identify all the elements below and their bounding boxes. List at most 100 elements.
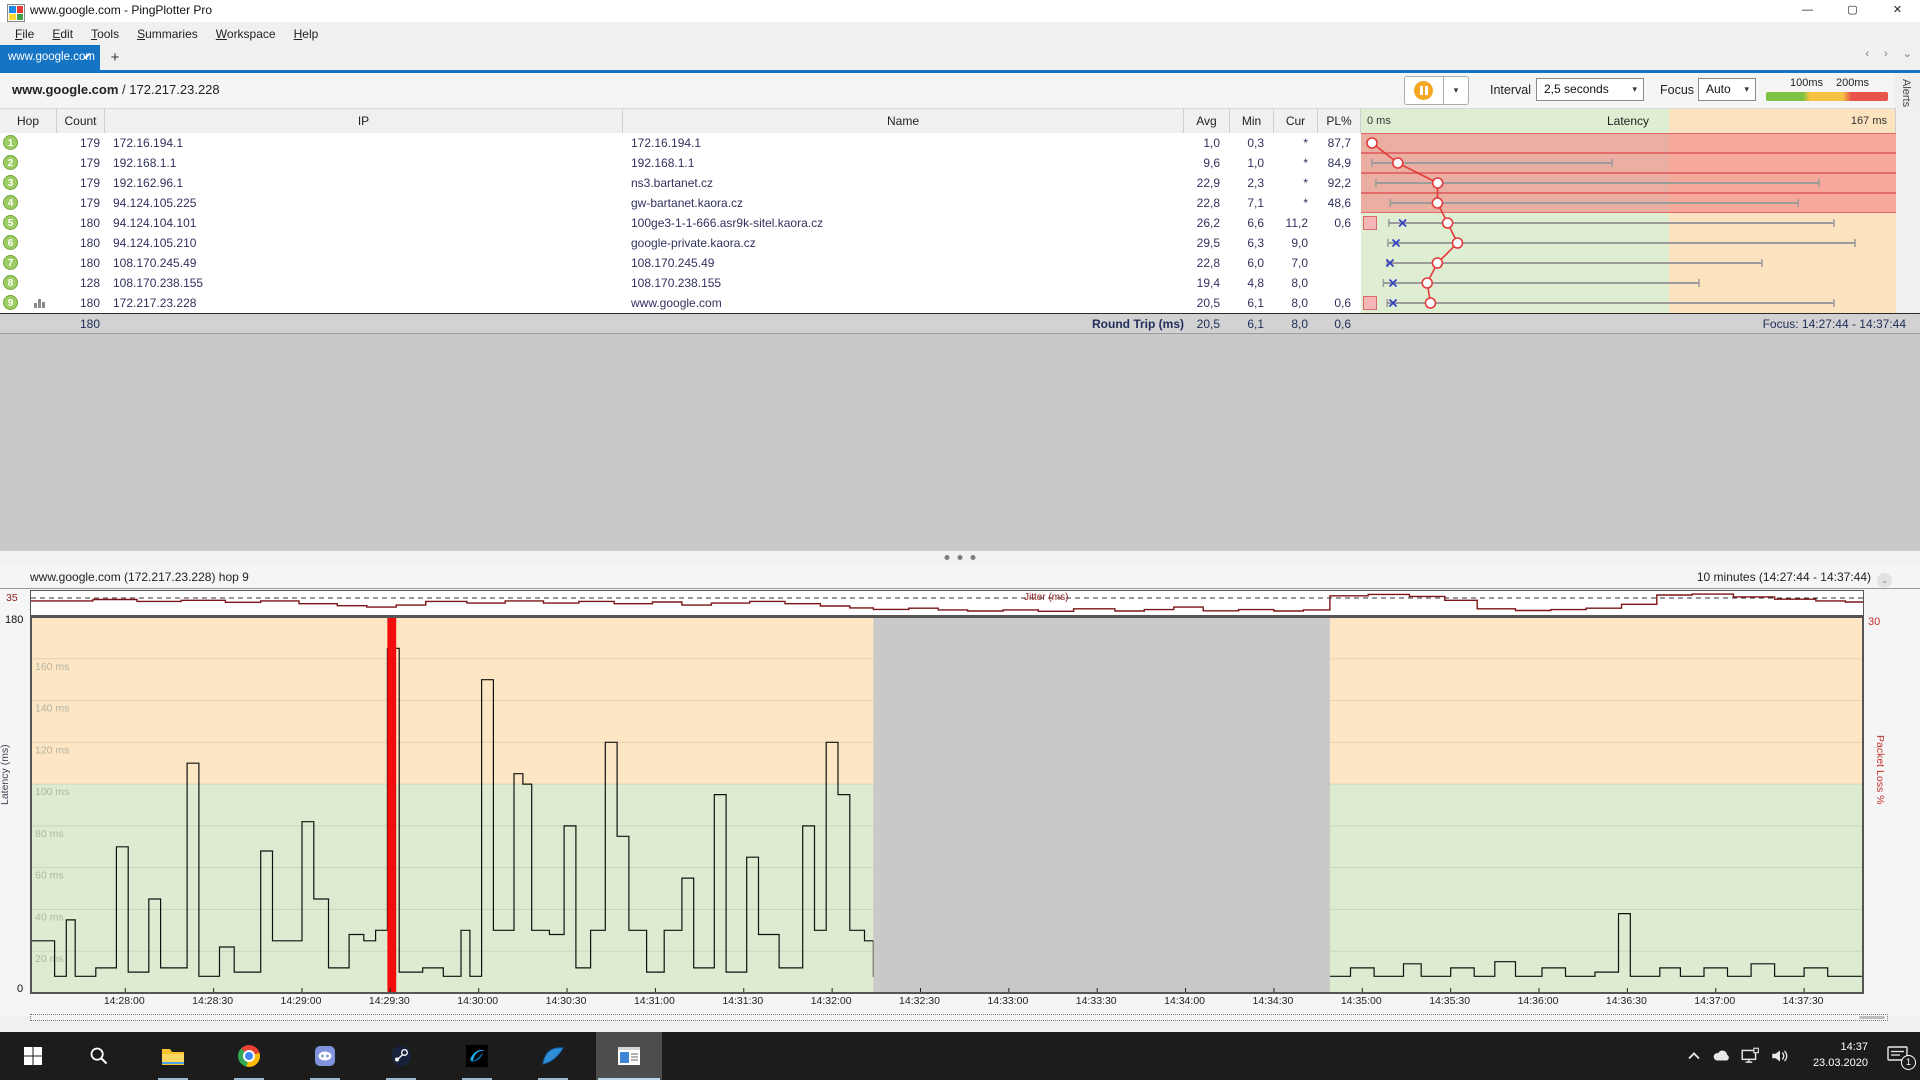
menu-bar: FileEditToolsSummariesWorkspaceHelp	[0, 22, 1920, 45]
cell-pl: 0,6	[1318, 213, 1361, 233]
hop-row-7[interactable]: 7180108.170.245.49108.170.245.4922,86,07…	[0, 253, 1896, 273]
taskbar-chrome[interactable]	[216, 1032, 282, 1080]
splitter-grip-icon	[945, 555, 976, 560]
cell-min: 6,1	[1230, 293, 1274, 313]
taskbar-wireshark[interactable]	[520, 1032, 586, 1080]
pause-dropdown-button[interactable]: ▾	[1444, 76, 1469, 105]
hop-row-2[interactable]: 2179192.168.1.1192.168.1.19,61,0*84,9	[0, 153, 1896, 173]
time-tick-label: 14:29:30	[354, 995, 424, 1007]
jitter-graph: Jitter (ms)	[30, 590, 1864, 616]
latency-color-legend: 100ms 200ms	[1766, 77, 1888, 103]
tab-scroll-arrows[interactable]: ‹ › ⌄	[1865, 47, 1918, 60]
latency-time-plot[interactable]: 160 ms140 ms120 ms100 ms80 ms60 ms40 ms2…	[30, 616, 1864, 994]
latency-cell	[1361, 273, 1896, 293]
header-avg[interactable]: Avg	[1184, 109, 1230, 133]
table-header: Hop Count IP Name Avg Min Cur PL% 0 ms L…	[0, 108, 1896, 135]
cell-count: 179	[57, 133, 105, 153]
menu-workspace[interactable]: Workspace	[207, 27, 285, 41]
hop-number-badge: 3	[3, 175, 18, 190]
time-tick-label: 14:32:00	[796, 995, 866, 1007]
hop-number-badge: 1	[3, 135, 18, 150]
speaker-icon[interactable]	[1770, 1046, 1790, 1066]
taskbar-battlenet[interactable]	[444, 1032, 510, 1080]
cell-name: google-private.kaora.cz	[623, 233, 1184, 253]
cell-name: ns3.bartanet.cz	[623, 173, 1184, 193]
target-bar: www.google.com / 172.217.23.228 ▾ Interv…	[0, 73, 1920, 109]
cell-pl: 87,7	[1318, 133, 1361, 153]
maximize-button[interactable]: ▢	[1830, 0, 1875, 22]
hop-row-9[interactable]: 9180172.217.23.228www.google.com20,56,18…	[0, 293, 1896, 313]
taskbar-clock[interactable]: 14:37 23.03.2020	[1806, 1039, 1868, 1071]
pause-button[interactable]	[1404, 76, 1444, 105]
menu-tools[interactable]: Tools	[82, 27, 128, 41]
hop-row-8[interactable]: 8128108.170.238.155108.170.238.15519,44,…	[0, 273, 1896, 293]
hop-row-3[interactable]: 3179192.162.96.1ns3.bartanet.cz22,92,3*9…	[0, 173, 1896, 193]
cell-name: gw-bartanet.kaora.cz	[623, 193, 1184, 213]
taskbar-pingplotter-active[interactable]	[596, 1032, 662, 1080]
latency-scale-title: Latency	[1361, 109, 1895, 133]
cell-ip: 94.124.105.225	[105, 193, 623, 213]
header-ip[interactable]: IP	[105, 109, 623, 133]
start-button[interactable]	[0, 1032, 66, 1080]
onedrive-cloud-icon[interactable]	[1712, 1046, 1732, 1066]
hop-number-badge: 4	[3, 195, 18, 210]
hop-row-4[interactable]: 417994.124.105.225gw-bartanet.kaora.cz22…	[0, 193, 1896, 213]
cell-cur: *	[1274, 173, 1318, 193]
menu-file[interactable]: File	[6, 27, 43, 41]
graph-scrollbar[interactable]	[30, 1014, 1888, 1021]
scrollbar-handle[interactable]	[1859, 1016, 1885, 1019]
network-icon[interactable]	[1740, 1046, 1760, 1066]
header-count[interactable]: Count	[57, 109, 105, 133]
header-cur[interactable]: Cur	[1274, 109, 1318, 133]
discord-icon	[314, 1045, 336, 1067]
cell-avg: 26,2	[1184, 213, 1230, 233]
window-title: www.google.com - PingPlotter Pro	[30, 3, 212, 17]
time-tick-label: 14:35:30	[1415, 995, 1485, 1007]
packet-loss-axis-max: 30	[1868, 616, 1880, 628]
pingplotter-app-icon	[7, 4, 25, 22]
menu-help[interactable]: Help	[285, 27, 328, 41]
hop-number-badge: 6	[3, 235, 18, 250]
latency-cell	[1361, 213, 1896, 233]
cell-name: 100ge3-1-1-666.asr9k-sitel.kaora.cz	[623, 213, 1184, 233]
packet-loss-band	[1361, 133, 1896, 153]
interval-select[interactable]: 2,5 seconds▾	[1536, 78, 1644, 101]
cell-count: 180	[57, 293, 105, 313]
hop-row-5[interactable]: 518094.124.104.101100ge3-1-1-666.asr9k-s…	[0, 213, 1896, 233]
tray-chevron-up-icon[interactable]	[1684, 1046, 1704, 1066]
taskbar-discord[interactable]	[292, 1032, 358, 1080]
header-pl[interactable]: PL%	[1318, 109, 1361, 133]
taskbar: 14:37 23.03.2020 1	[0, 1032, 1920, 1080]
cell-count: 180	[57, 233, 105, 253]
hop-row-6[interactable]: 618094.124.105.210google-private.kaora.c…	[0, 233, 1896, 253]
taskbar-steam[interactable]	[368, 1032, 434, 1080]
close-button[interactable]: ✕	[1875, 0, 1920, 22]
pane-splitter[interactable]	[0, 551, 1920, 565]
header-hop[interactable]: Hop	[0, 109, 57, 133]
cell-avg: 22,8	[1184, 193, 1230, 213]
graph-range-selector[interactable]: 10 minutes (14:27:44 - 14:37:44)⌄	[1697, 570, 1892, 588]
time-tick-label: 14:30:00	[443, 995, 513, 1007]
taskbar-file-explorer[interactable]	[140, 1032, 206, 1080]
time-tick-label: 14:33:30	[1061, 995, 1131, 1007]
minimize-button[interactable]: —	[1785, 0, 1830, 22]
taskbar-search-button[interactable]	[66, 1032, 132, 1080]
cell-min: 6,3	[1230, 233, 1274, 253]
time-tick-label: 14:31:30	[708, 995, 778, 1007]
new-tab-button[interactable]: +	[104, 46, 126, 69]
rt-avg: 20,5	[1184, 314, 1230, 334]
svg-text:80 ms: 80 ms	[35, 828, 64, 840]
focus-select[interactable]: Auto▾	[1698, 78, 1756, 101]
packet-loss-band	[1361, 173, 1896, 193]
menu-edit[interactable]: Edit	[43, 27, 82, 41]
menu-summaries[interactable]: Summaries	[128, 27, 207, 41]
cell-avg: 9,6	[1184, 153, 1230, 173]
tab-www-google-com[interactable]: www.google.com ✔	[0, 45, 100, 70]
hop-row-1[interactable]: 1179172.16.194.1172.16.194.11,00,3*87,7	[0, 133, 1896, 153]
cell-pl: 84,9	[1318, 153, 1361, 173]
interval-label: Interval	[1490, 83, 1531, 97]
header-name[interactable]: Name	[623, 109, 1184, 133]
notification-center-button[interactable]: 1	[1886, 1045, 1912, 1067]
svg-text:40 ms: 40 ms	[35, 911, 64, 923]
header-min[interactable]: Min	[1230, 109, 1274, 133]
